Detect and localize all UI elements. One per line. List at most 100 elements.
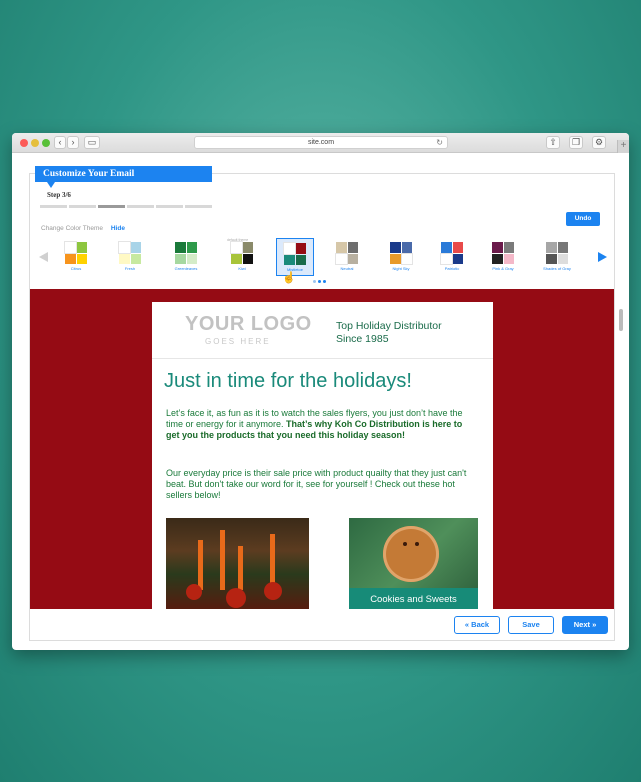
candle-shape <box>238 546 243 590</box>
minimize-window-icon[interactable] <box>31 139 39 147</box>
theme-swatch <box>175 242 197 264</box>
swatch-color <box>492 242 503 253</box>
undo-button[interactable]: Undo <box>566 212 600 226</box>
maximize-window-icon[interactable] <box>42 139 50 147</box>
theme-option-greenleaves[interactable]: Greenleaves <box>167 238 205 276</box>
back-button[interactable]: « Back <box>454 616 500 634</box>
email-header: YOUR LOGO GOES HERE Top Holiday Distribu… <box>152 302 493 359</box>
theme-swatch <box>283 242 306 265</box>
theme-swatch <box>440 242 463 265</box>
theme-name-label: Night Sky <box>392 266 410 271</box>
swatch-color <box>503 253 514 264</box>
step-progress-bar <box>40 205 212 208</box>
theme-name-label: Citrus <box>70 266 82 271</box>
pager-dot-active[interactable] <box>318 280 321 283</box>
theme-swatch <box>492 242 514 264</box>
swatch-color <box>295 243 306 254</box>
ornament-shape <box>226 588 246 608</box>
themes-prev-arrow-icon[interactable] <box>39 252 48 262</box>
save-button[interactable]: Save <box>508 616 554 634</box>
page-scrollbar[interactable] <box>619 309 623 331</box>
theme-name-label: Fresh <box>124 266 136 271</box>
theme-swatch <box>118 241 141 264</box>
swatch-color <box>230 241 243 254</box>
email-preview-canvas: YOUR LOGO GOES HERE Top Holiday Distribu… <box>30 289 614 609</box>
swatch-color <box>557 242 568 253</box>
new-tab-button[interactable]: + <box>617 140 629 153</box>
theme-option-neutral[interactable]: Neutral <box>328 238 366 276</box>
gingerbread-photo[interactable]: Cookies and Sweets <box>349 518 478 609</box>
tagline-line-2: Since 1985 <box>336 333 389 345</box>
logo-placeholder[interactable]: YOUR LOGO <box>185 313 312 336</box>
browser-titlebar: ‹ › ▭ site.com ↻ ⇧ ❐ ⚙ + <box>12 133 629 153</box>
holiday-table-photo[interactable] <box>166 518 309 609</box>
header-tagline[interactable]: Top Holiday Distributor Since 1985 <box>336 320 442 346</box>
swatch-color <box>175 242 186 253</box>
swatch-color <box>546 253 557 264</box>
swatch-color <box>452 253 463 264</box>
back-nav-icon[interactable]: ‹ <box>54 136 66 149</box>
step-indicator: Step 3/6 <box>47 191 71 199</box>
cookie-eye <box>415 542 419 546</box>
email-offer-paragraph[interactable]: Our everyday price is their sale price w… <box>166 468 476 501</box>
photo-caption[interactable]: Cookies and Sweets <box>349 588 478 609</box>
swatch-color <box>503 242 514 253</box>
change-theme-label: Change Color Theme <box>41 225 104 232</box>
gingerbread-cookie-shape <box>383 526 439 582</box>
pager-dot[interactable] <box>313 280 316 283</box>
candle-shape <box>198 540 203 590</box>
swatch-color <box>492 253 503 264</box>
share-icon[interactable]: ⇧ <box>546 136 560 149</box>
themes-next-arrow-icon[interactable] <box>598 252 607 262</box>
email-intro-paragraph[interactable]: Let’s face it, as fun as it is to watch … <box>166 408 476 441</box>
theme-name-label: Pink & Gray <box>492 266 514 271</box>
address-bar[interactable]: site.com ↻ <box>194 136 448 149</box>
hide-themes-link[interactable]: Hide <box>111 225 125 232</box>
swatch-color <box>400 252 413 265</box>
reload-icon[interactable]: ↻ <box>436 137 443 149</box>
swatch-color <box>452 242 463 253</box>
theme-swatch <box>64 241 87 264</box>
ornament-shape <box>186 584 202 600</box>
theme-option-fresh[interactable]: Fresh <box>111 238 149 276</box>
swatch-color <box>284 254 295 265</box>
wizard-footer-buttons: « Back Save Next » <box>454 616 608 634</box>
theme-option-patriotic[interactable]: Patriotic <box>433 238 471 276</box>
forward-nav-icon[interactable]: › <box>67 136 79 149</box>
swatch-color <box>76 253 87 264</box>
ornament-shape <box>264 582 282 600</box>
next-button[interactable]: Next » <box>562 616 608 634</box>
close-window-icon[interactable] <box>20 139 28 147</box>
theme-name-label: Greenleaves <box>174 266 198 271</box>
hand-cursor-icon: ☝ <box>282 272 296 284</box>
progress-segment <box>185 205 212 208</box>
theme-pager-dots <box>313 280 326 283</box>
swatch-color <box>65 253 76 264</box>
email-headline[interactable]: Just in time for the holidays! <box>164 370 412 393</box>
theme-swatch <box>230 241 253 264</box>
progress-segment <box>156 205 183 208</box>
browser-window: ‹ › ▭ site.com ↻ ⇧ ❐ ⚙ + Customize Your … <box>12 133 629 650</box>
wizard-panel: Customize Your Email Step 3/6 Change Col… <box>29 166 615 641</box>
theme-name-label: Shades of Gray <box>543 266 571 271</box>
theme-option-night-sky[interactable]: Night Sky <box>382 238 420 276</box>
swatch-color <box>119 253 130 264</box>
swatch-color <box>130 242 141 253</box>
extensions-gear-icon[interactable]: ⚙ <box>592 136 606 149</box>
theme-name-label: Kiwi <box>238 266 246 271</box>
banner-pointer-icon <box>47 182 55 188</box>
swatch-color <box>347 253 358 264</box>
swatch-color <box>390 242 401 253</box>
swatch-color <box>242 242 253 253</box>
swatch-color <box>441 242 452 253</box>
swatch-color <box>130 253 141 264</box>
sidebar-toggle-icon[interactable]: ▭ <box>84 136 100 149</box>
email-template: YOUR LOGO GOES HERE Top Holiday Distribu… <box>152 302 493 609</box>
tabs-overview-icon[interactable]: ❐ <box>569 136 583 149</box>
theme-swatch <box>335 242 358 265</box>
theme-option-shades-of-gray[interactable]: Shades of Gray <box>538 238 576 276</box>
theme-option-pink-gray[interactable]: Pink & Gray <box>484 238 522 276</box>
theme-option-kiwi[interactable]: Kiwi <box>223 238 261 276</box>
theme-option-citrus[interactable]: Citrus <box>57 238 95 276</box>
pager-dot-active[interactable] <box>323 280 326 283</box>
